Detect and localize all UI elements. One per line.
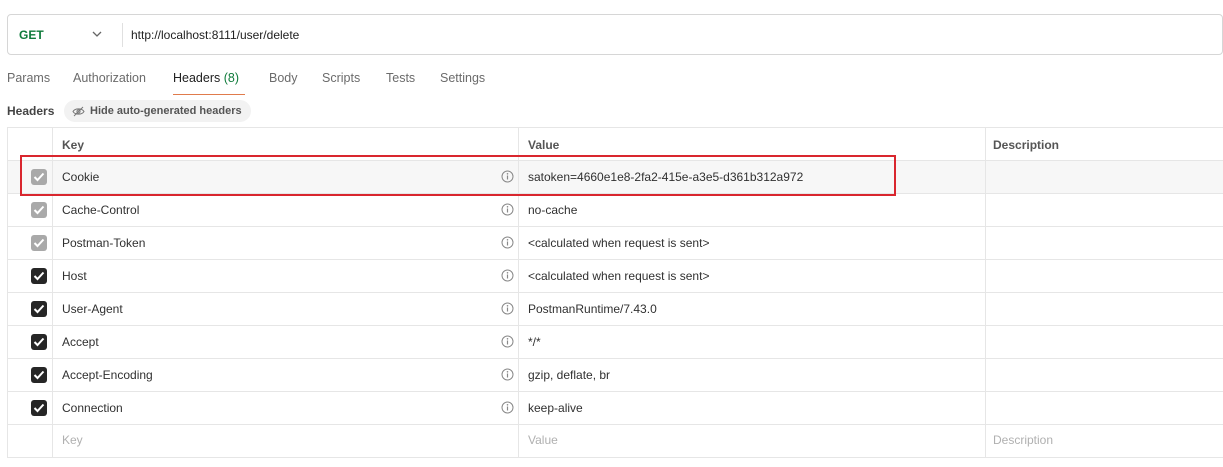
- header-value[interactable]: keep-alive: [528, 401, 583, 415]
- info-circle-icon[interactable]: [501, 170, 514, 183]
- table-new-row: Key Value Description: [7, 424, 1223, 457]
- header-key[interactable]: Host: [62, 269, 87, 283]
- header-key[interactable]: Accept: [62, 335, 99, 349]
- info-circle-icon[interactable]: [501, 302, 514, 315]
- table-row: Postman-Token <calculated when request i…: [7, 226, 1223, 259]
- header-value[interactable]: PostmanRuntime/7.43.0: [528, 302, 657, 316]
- checkmark-icon: [33, 304, 45, 314]
- header-value[interactable]: gzip, deflate, br: [528, 368, 610, 382]
- checkmark-icon: [33, 238, 45, 248]
- new-key-input[interactable]: Key: [62, 433, 83, 447]
- header-value[interactable]: */*: [528, 335, 541, 349]
- info-circle-icon[interactable]: [501, 236, 514, 249]
- method-select[interactable]: GET: [19, 28, 44, 42]
- tab-body[interactable]: Body: [269, 71, 298, 85]
- info-circle-icon[interactable]: [501, 269, 514, 282]
- hide-auto-headers-button[interactable]: Hide auto-generated headers: [64, 100, 251, 122]
- table-row: User-Agent PostmanRuntime/7.43.0: [7, 292, 1223, 325]
- table-border-top: [7, 127, 1223, 128]
- row-checkbox[interactable]: [31, 367, 47, 383]
- chevron-down-icon[interactable]: [91, 27, 103, 41]
- header-key[interactable]: User-Agent: [62, 302, 123, 316]
- info-circle-icon[interactable]: [501, 335, 514, 348]
- row-checkbox[interactable]: [31, 301, 47, 317]
- checkmark-icon: [33, 205, 45, 215]
- row-checkbox[interactable]: [31, 268, 47, 284]
- header-key[interactable]: Connection: [62, 401, 123, 415]
- table-border-bottom: [7, 457, 1223, 458]
- eye-off-icon: [72, 106, 85, 116]
- headers-section-label: Headers: [7, 104, 55, 118]
- tab-headers-count: (8): [223, 71, 240, 85]
- column-header-key: Key: [62, 138, 85, 152]
- row-checkbox[interactable]: [31, 235, 47, 251]
- column-header-description: Description: [993, 138, 1060, 152]
- table-row: Host <calculated when request is sent>: [7, 259, 1223, 292]
- header-key[interactable]: Cache-Control: [62, 203, 139, 217]
- table-row: Accept-Encoding gzip, deflate, br: [7, 358, 1223, 391]
- table-row: Accept */*: [7, 325, 1223, 358]
- table-row: Cookie satoken=4660e1e8-2fa2-415e-a3e5-d…: [7, 160, 1223, 193]
- checkmark-icon: [33, 271, 45, 281]
- header-key[interactable]: Cookie: [62, 170, 99, 184]
- column-header-value: Value: [528, 138, 560, 152]
- row-checkbox[interactable]: [31, 169, 47, 185]
- info-circle-icon[interactable]: [501, 401, 514, 414]
- tab-headers-label: Headers: [173, 71, 221, 85]
- header-value[interactable]: <calculated when request is sent>: [528, 236, 709, 250]
- checkmark-icon: [33, 172, 45, 182]
- table-row: Cache-Control no-cache: [7, 193, 1223, 226]
- tab-tests[interactable]: Tests: [386, 71, 415, 85]
- header-value[interactable]: satoken=4660e1e8-2fa2-415e-a3e5-d361b312…: [528, 170, 803, 184]
- new-description-input[interactable]: Description: [993, 433, 1053, 447]
- row-checkbox[interactable]: [31, 202, 47, 218]
- header-key[interactable]: Postman-Token: [62, 236, 145, 250]
- url-divider: [122, 23, 123, 47]
- tab-scripts[interactable]: Scripts: [322, 71, 360, 85]
- row-checkbox[interactable]: [31, 400, 47, 416]
- url-input[interactable]: http://localhost:8111/user/delete: [131, 28, 299, 42]
- checkmark-icon: [33, 337, 45, 347]
- row-checkbox[interactable]: [31, 334, 47, 350]
- tab-params[interactable]: Params: [7, 71, 50, 85]
- tab-headers[interactable]: Headers (8): [173, 71, 239, 85]
- new-value-input[interactable]: Value: [528, 433, 558, 447]
- info-circle-icon[interactable]: [501, 368, 514, 381]
- header-value[interactable]: no-cache: [528, 203, 577, 217]
- table-row: Connection keep-alive: [7, 391, 1223, 424]
- tab-settings[interactable]: Settings: [440, 71, 485, 85]
- request-url-bar: GET http://localhost:8111/user/delete: [7, 14, 1223, 55]
- info-circle-icon[interactable]: [501, 203, 514, 216]
- checkmark-icon: [33, 370, 45, 380]
- active-tab-underline: [173, 94, 245, 95]
- header-value[interactable]: <calculated when request is sent>: [528, 269, 709, 283]
- headers-table: Key Value Description Cookie satoken=466…: [7, 127, 1223, 458]
- header-key[interactable]: Accept-Encoding: [62, 368, 153, 382]
- hide-auto-headers-label: Hide auto-generated headers: [90, 105, 242, 117]
- tab-authorization[interactable]: Authorization: [73, 71, 146, 85]
- checkmark-icon: [33, 403, 45, 413]
